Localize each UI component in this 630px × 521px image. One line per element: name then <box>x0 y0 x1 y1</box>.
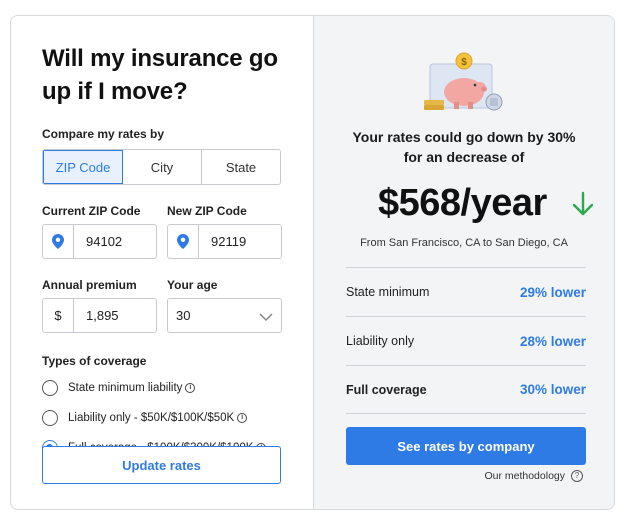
result-subheadline: for an decrease of <box>403 149 525 165</box>
down-arrow-icon <box>572 191 594 222</box>
comparison-table: State minimum 29% lower Liability only 2… <box>346 267 586 414</box>
new-zip-label: New ZIP Code <box>167 204 247 218</box>
radio-state-min[interactable] <box>42 380 58 396</box>
new-zip-value[interactable]: 92119 <box>199 225 281 258</box>
compare-segmented-control: ZIP Code City State <box>42 149 281 185</box>
row-value: 29% lower <box>519 284 586 300</box>
row-value: 30% lower <box>519 382 586 397</box>
age-label: Your age <box>167 278 218 292</box>
see-rates-button[interactable]: See rates by company <box>346 427 586 465</box>
results-panel: $ Your rates could go down by 30% for an… <box>313 16 614 509</box>
info-icon[interactable]: i <box>237 413 248 423</box>
methodology-link[interactable]: Our methodology ? <box>484 470 583 482</box>
piggy-bank-illustration: $ <box>422 52 508 119</box>
currency-prefix: $ <box>43 299 74 332</box>
table-row: State minimum 29% lower <box>346 267 586 316</box>
radio-liability[interactable] <box>42 410 58 426</box>
methodology-label[interactable]: Our methodology <box>484 470 565 482</box>
question-icon[interactable]: ? <box>571 470 583 482</box>
rate-calculator-card: Will my insurance go up if I move? Compa… <box>10 15 615 510</box>
svg-text:$: $ <box>461 57 467 68</box>
premium-value[interactable]: 1,895 <box>74 299 156 332</box>
coverage-option-label: Liability only - $50K/$100K/$50K <box>68 412 235 424</box>
savings-amount: $568/year <box>378 182 547 224</box>
coverage-option-label: State minimum liability <box>68 382 183 394</box>
coverage-option-state-min[interactable]: State minimum liability i <box>42 378 282 398</box>
input-panel: Will my insurance go up if I move? Compa… <box>11 16 313 509</box>
table-row: Full coverage 30% lower <box>346 365 586 414</box>
row-label: Liability only <box>346 334 415 348</box>
result-headline: Your rates could go down by 30% <box>352 129 576 145</box>
age-select[interactable]: 30 <box>167 298 282 333</box>
premium-label: Annual premium <box>42 278 137 292</box>
chevron-down-icon[interactable] <box>259 309 273 327</box>
current-zip-label: Current ZIP Code <box>42 204 141 218</box>
row-label: Full coverage <box>346 382 427 397</box>
current-zip-value[interactable]: 94102 <box>74 225 156 258</box>
premium-field[interactable]: $ 1,895 <box>42 298 157 333</box>
page-title: Will my insurance go up if I move? <box>42 45 278 105</box>
info-icon[interactable]: i <box>185 383 196 393</box>
compare-zip-button[interactable]: ZIP Code <box>43 150 123 184</box>
row-value: 28% lower <box>519 333 586 349</box>
location-pin-icon <box>43 225 74 258</box>
current-zip-field[interactable]: 94102 <box>42 224 157 259</box>
compare-city-button[interactable]: City <box>123 150 202 184</box>
coverage-option-liability[interactable]: Liability only - $50K/$100K/$50K i <box>42 408 282 428</box>
route-text: From San Francisco, CA to San Diego, CA <box>360 237 568 249</box>
compare-state-button[interactable]: State <box>202 150 280 184</box>
coverage-label: Types of coverage <box>42 354 147 368</box>
new-zip-field[interactable]: 92119 <box>167 224 282 259</box>
table-row: Liability only 28% lower <box>346 316 586 365</box>
compare-label: Compare my rates by <box>42 127 165 141</box>
row-label: State minimum <box>346 285 430 299</box>
update-rates-button[interactable]: Update rates <box>42 446 281 484</box>
location-pin-icon <box>168 225 199 258</box>
